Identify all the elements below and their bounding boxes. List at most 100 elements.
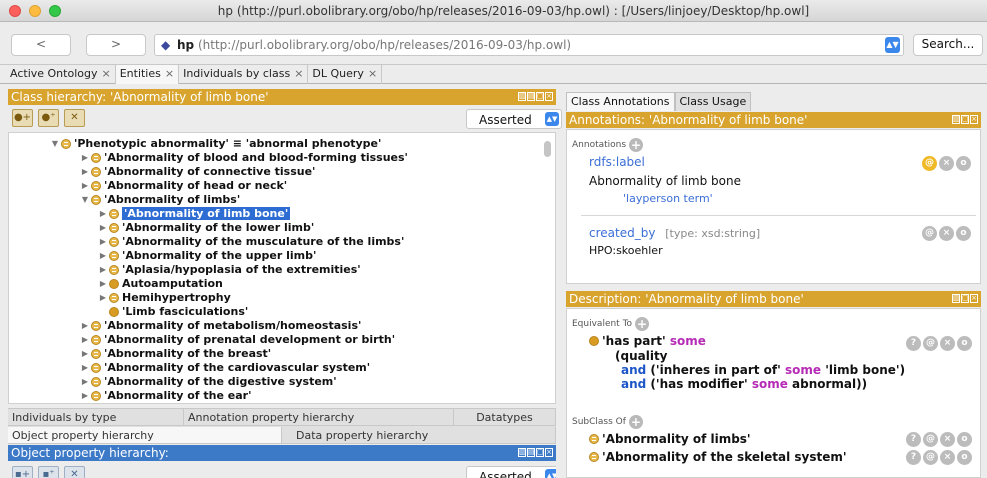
annotate-annotation-button[interactable]: @ <box>922 156 937 171</box>
expand-twisty-icon[interactable]: ▶ <box>79 319 91 332</box>
view-controls[interactable]: ▥ ▤ ▢ × <box>518 448 553 457</box>
expand-twisty-icon[interactable]: ▼ <box>49 137 61 150</box>
forward-button[interactable]: > <box>86 34 146 56</box>
tree-row[interactable]: ▶ 'Abnormality of metabolism/homeostasis… <box>79 319 361 332</box>
tree-row[interactable]: ▶ 'Aplasia/hypoplasia of the extremities… <box>97 263 361 276</box>
expand-twisty-icon[interactable]: ▶ <box>79 179 91 192</box>
expand-twisty-icon[interactable]: ▶ <box>97 207 109 220</box>
view-controls[interactable]: ▥ ▤ ▢ × <box>518 92 553 101</box>
label-annotation-value[interactable]: 'layperson term' <box>623 192 713 205</box>
edit-annotation-button[interactable]: o <box>956 156 971 171</box>
tree-row[interactable]: ▶ 'Abnormality of the musculature of the… <box>97 235 404 248</box>
explain-button[interactable]: ? <box>906 336 921 351</box>
tree-row-selected[interactable]: ▶ 'Abnormality of limb bone' <box>97 207 291 220</box>
tab-datatypes[interactable]: Datatypes <box>454 409 556 426</box>
tree-row[interactable]: ▼ 'Phenotypic abnormality' ≡ 'abnormal p… <box>49 137 381 150</box>
ontology-dropdown-arrow-icon[interactable]: ▲▼ <box>885 37 900 53</box>
tree-row[interactable]: ▶ 'Abnormality of connective tissue' <box>79 165 316 178</box>
tree-scrollbar[interactable] <box>544 141 551 157</box>
annotation-property-rdfs-label[interactable]: rdfs:label <box>589 155 645 169</box>
tab-class-annotations[interactable]: Class Annotations <box>566 92 675 111</box>
view-controls[interactable]: ▥ ▢ × <box>952 115 978 124</box>
hierarchy-mode-select[interactable]: Asserted ▲▼ <box>466 109 562 129</box>
annotate-axiom-button[interactable]: @ <box>923 450 938 465</box>
tree-row[interactable]: ▶ Autoamputation <box>97 277 223 290</box>
edit-axiom-button[interactable]: o <box>957 336 972 351</box>
delete-annotation-button[interactable]: × <box>939 156 954 171</box>
title-bar: hp (http://purl.obolibrary.org/obo/hp/re… <box>0 0 987 22</box>
add-superclass-button[interactable]: + <box>628 415 643 429</box>
tree-row[interactable]: ▶ 'Abnormality of the digestive system' <box>79 375 337 388</box>
tree-row[interactable]: 'Limb fasciculations' <box>97 305 248 318</box>
close-tab-icon[interactable]: × <box>368 67 377 80</box>
tab-individuals-by-class[interactable]: Individuals by class × <box>179 65 309 84</box>
expand-twisty-icon[interactable]: ▶ <box>79 347 91 360</box>
annotate-axiom-button[interactable]: @ <box>923 336 938 351</box>
expand-twisty-icon[interactable]: ▶ <box>97 249 109 262</box>
tree-row[interactable]: ▼ 'Abnormality of limbs' <box>79 193 240 206</box>
delete-axiom-button[interactable]: × <box>940 450 955 465</box>
tab-object-property-hierarchy[interactable]: Object property hierarchy <box>8 427 282 444</box>
class-hierarchy-tree[interactable]: ▼ 'Phenotypic abnormality' ≡ 'abnormal p… <box>8 132 556 404</box>
property-hierarchy-mode-select[interactable]: Asserted ▲▼ <box>466 466 556 478</box>
tree-row[interactable]: ▶ 'Abnormality of the lower limb' <box>97 221 314 234</box>
close-tab-icon[interactable]: × <box>294 67 303 80</box>
search-button[interactable]: Search... <box>913 34 983 56</box>
expand-twisty-icon[interactable]: ▶ <box>97 235 109 248</box>
explain-button[interactable]: ? <box>906 432 921 447</box>
edit-annotation-button[interactable]: o <box>956 226 971 241</box>
tab-data-property-hierarchy[interactable]: Data property hierarchy <box>282 427 556 444</box>
delete-axiom-button[interactable]: × <box>940 336 955 351</box>
tab-active-ontology[interactable]: Active Ontology × <box>6 65 116 84</box>
edit-axiom-button[interactable]: o <box>957 432 972 447</box>
edit-axiom-button[interactable]: o <box>957 450 972 465</box>
close-tab-icon[interactable]: × <box>101 67 110 80</box>
equivalent-expression[interactable]: 'has part' some <box>589 334 706 348</box>
delete-class-button[interactable]: ✕ <box>64 109 85 127</box>
explain-button[interactable]: ? <box>906 450 921 465</box>
tree-row[interactable]: ▶ 'Abnormality of head or neck' <box>79 179 287 192</box>
annotate-annotation-button[interactable]: @ <box>922 226 937 241</box>
expand-twisty-icon[interactable]: ▶ <box>97 291 109 304</box>
expand-twisty-icon[interactable]: ▶ <box>97 221 109 234</box>
tab-class-usage[interactable]: Class Usage <box>674 92 752 111</box>
add-subclass-button[interactable]: ●+ <box>12 109 33 127</box>
tree-row[interactable]: ▶ 'Abnormality of the upper limb' <box>97 249 316 262</box>
expand-twisty-icon[interactable]: ▶ <box>79 361 91 374</box>
tree-row[interactable]: ▶ Hemihypertrophy <box>97 291 231 304</box>
add-annotation-button[interactable]: + <box>629 138 644 152</box>
expand-twisty-icon[interactable]: ▶ <box>97 277 109 290</box>
expand-twisty-icon[interactable]: ▶ <box>97 263 109 276</box>
delete-annotation-button[interactable]: × <box>939 226 954 241</box>
add-equivalent-class-button[interactable]: + <box>635 317 650 331</box>
expand-twisty-icon[interactable]: ▶ <box>79 165 91 178</box>
expand-twisty-icon[interactable]: ▶ <box>79 333 91 346</box>
tab-dl-query[interactable]: DL Query × <box>308 65 383 84</box>
superclass-item[interactable]: 'Abnormality of the skeletal system' <box>589 450 847 464</box>
tree-row[interactable]: ▶ 'Abnormality of the cardiovascular sys… <box>79 361 370 374</box>
tree-row[interactable]: ▶ 'Abnormality of prenatal development o… <box>79 333 395 346</box>
view-controls[interactable]: ▥ ▢ × <box>952 294 978 303</box>
annotate-axiom-button[interactable]: @ <box>923 432 938 447</box>
add-sibling-button[interactable]: ●⁺ <box>38 109 59 127</box>
tab-annotation-property-hierarchy[interactable]: Annotation property hierarchy <box>184 409 454 426</box>
expand-twisty-icon[interactable]: ▶ <box>79 151 91 164</box>
add-subproperty-button[interactable]: ▪+ <box>12 466 33 478</box>
close-tab-icon[interactable]: × <box>165 67 174 80</box>
tree-row[interactable]: ▶ 'Abnormality of the breast' <box>79 347 271 360</box>
tab-entities[interactable]: Entities × <box>115 65 180 84</box>
delete-property-button[interactable]: ✕ <box>64 466 85 478</box>
tab-individuals-by-type[interactable]: Individuals by type <box>8 409 184 426</box>
delete-axiom-button[interactable]: × <box>940 432 955 447</box>
add-sibling-property-button[interactable]: ▪⁺ <box>38 466 59 478</box>
back-button[interactable]: < <box>11 34 71 56</box>
tree-row[interactable]: ▶ 'Abnormality of the ear' <box>79 389 252 402</box>
annotation-property-created-by[interactable]: created_by <box>589 226 655 240</box>
chevron-updown-icon: ▲▼ <box>545 112 559 126</box>
superclass-item[interactable]: 'Abnormality of limbs' <box>589 432 751 446</box>
expand-twisty-icon[interactable]: ▶ <box>79 389 91 402</box>
tree-row[interactable]: ▶ 'Abnormality of blood and blood-formin… <box>79 151 408 164</box>
ontology-selector[interactable]: ◆ hp (http://purl.obolibrary.org/obo/hp/… <box>154 34 904 56</box>
collapse-twisty-icon[interactable]: ▼ <box>79 193 91 206</box>
expand-twisty-icon[interactable]: ▶ <box>79 375 91 388</box>
